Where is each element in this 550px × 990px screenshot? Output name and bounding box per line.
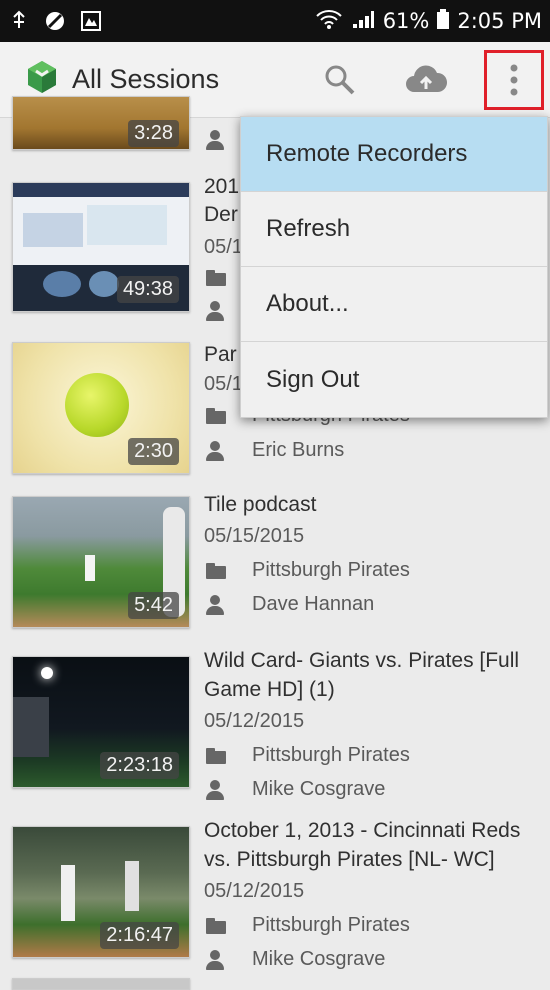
duration-badge: 2:30 bbox=[128, 438, 179, 465]
session-folder: Pittsburgh Pirates bbox=[204, 744, 410, 767]
video-thumbnail[interactable]: 5:42 bbox=[12, 496, 190, 628]
menu-item-refresh[interactable]: Refresh bbox=[241, 192, 547, 267]
menu-item-about[interactable]: About... bbox=[241, 267, 547, 342]
session-folder: Pittsburgh Pirates bbox=[204, 914, 410, 937]
app-logo-icon bbox=[24, 59, 60, 95]
signal-icon bbox=[351, 8, 375, 35]
session-owner: Dave Hannan bbox=[204, 593, 374, 616]
search-icon[interactable] bbox=[322, 62, 358, 98]
status-bar: 61% 2:05 PM bbox=[0, 0, 550, 42]
video-thumbnail[interactable]: 49:38 bbox=[12, 182, 190, 312]
person-icon bbox=[204, 130, 226, 150]
block-icon bbox=[44, 10, 66, 32]
list-item[interactable]: 5:42 Tile podcast 05/15/2015 Pittsburgh … bbox=[0, 490, 550, 640]
duration-badge: 49:38 bbox=[116, 276, 179, 303]
session-date: 05/1 bbox=[204, 236, 243, 258]
duration-badge: 2:16:47 bbox=[100, 922, 179, 949]
session-date: 05/1 bbox=[204, 373, 243, 395]
battery-icon bbox=[437, 8, 450, 34]
person-icon bbox=[204, 949, 226, 970]
session-title: Tile podcast bbox=[204, 493, 317, 516]
video-thumbnail[interactable]: 2:23:18 bbox=[12, 656, 190, 788]
duration-badge: 5:42 bbox=[128, 592, 179, 619]
usb-icon bbox=[8, 10, 30, 32]
image-icon bbox=[80, 10, 102, 32]
session-owner: Mike Cosgrave bbox=[204, 778, 385, 801]
session-date: 05/15/2015 bbox=[204, 525, 305, 547]
list-item[interactable] bbox=[0, 976, 550, 990]
wifi-icon bbox=[315, 8, 343, 35]
folder-icon bbox=[204, 406, 226, 426]
video-thumbnail[interactable]: 3:28 bbox=[12, 96, 190, 150]
video-thumbnail[interactable]: 2:30 bbox=[12, 342, 190, 474]
menu-item-remote-recorders[interactable]: Remote Recorders bbox=[241, 117, 547, 192]
page-title: All Sessions bbox=[72, 64, 220, 94]
duration-badge: 2:23:18 bbox=[100, 752, 179, 779]
overflow-menu: Remote Recorders Refresh About... Sign O… bbox=[240, 116, 548, 418]
person-icon bbox=[204, 301, 226, 321]
person-icon bbox=[204, 440, 226, 461]
list-item[interactable]: 2:16:47 October 1, 2013 - Cincinnati Red… bbox=[0, 816, 550, 982]
duration-badge: 3:28 bbox=[128, 120, 179, 147]
person-icon bbox=[204, 779, 226, 800]
folder-icon bbox=[204, 561, 226, 581]
session-date: 05/12/2015 bbox=[204, 880, 305, 902]
menu-item-sign-out[interactable]: Sign Out bbox=[241, 342, 547, 417]
session-title: October 1, 2013 - Cincinnati Reds vs. Pi… bbox=[204, 819, 521, 871]
clock: 2:05 PM bbox=[457, 9, 542, 33]
battery-percent: 61% bbox=[382, 9, 430, 33]
person-icon bbox=[204, 594, 226, 615]
session-owner: Eric Burns bbox=[204, 439, 344, 462]
folder-icon bbox=[204, 268, 226, 288]
folder-icon bbox=[204, 916, 226, 936]
session-folder: Pittsburgh Pirates bbox=[204, 559, 410, 582]
session-owner: Mike Cosgrave bbox=[204, 948, 385, 971]
cloud-upload-icon[interactable] bbox=[404, 60, 448, 100]
session-title: Wild Card- Giants vs. Pirates [Full Game… bbox=[204, 649, 520, 701]
video-thumbnail[interactable] bbox=[12, 978, 190, 990]
list-item[interactable]: 2:23:18 Wild Card- Giants vs. Pirates [F… bbox=[0, 646, 550, 812]
folder-icon bbox=[204, 746, 226, 766]
session-date: 05/12/2015 bbox=[204, 710, 305, 732]
video-thumbnail[interactable]: 2:16:47 bbox=[12, 826, 190, 958]
overflow-menu-icon[interactable] bbox=[484, 50, 544, 110]
